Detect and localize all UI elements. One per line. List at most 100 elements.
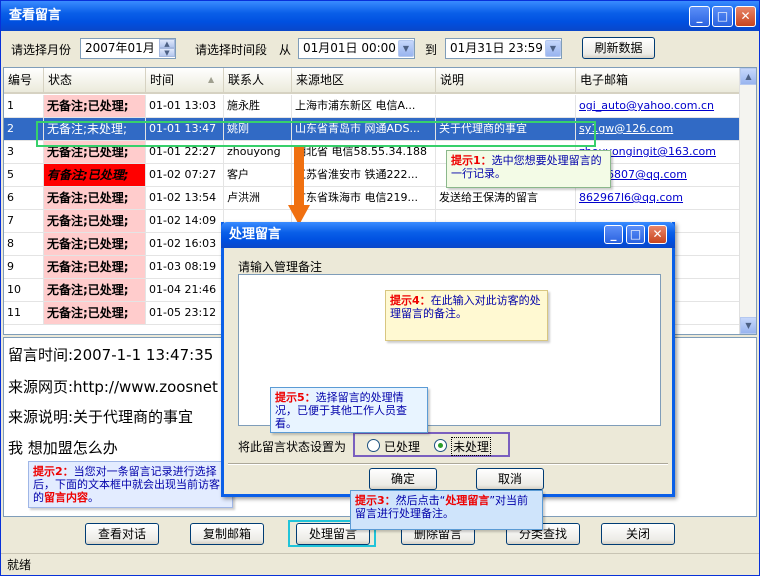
main-window: 查看留言 _ □ ✕ 请选择月份 2007年01月 ▲ ▼ 请选择时间段 从 0… (0, 0, 760, 576)
spin-up-icon[interactable]: ▲ (159, 39, 175, 48)
cell-status: 无备注;已处理; (44, 279, 146, 301)
status-set-label: 将此留言状态设置为 (238, 440, 347, 454)
table-row[interactable]: 1 无备注;已处理; 01-01 13:03 施永胜 上海市浦东新区 电信A... ogi… (4, 95, 742, 118)
cell-email: ogi_auto@yahoo.com.cn (576, 95, 742, 117)
cell-email: 862967l6@qq.com (576, 187, 742, 209)
cell-id: 6 (4, 187, 44, 209)
detail-page: 来源网页:http://www.zoosnet (8, 378, 218, 396)
chevron-down-icon[interactable]: ▼ (398, 40, 414, 57)
table-header: 编号 状态 时间 ▲ 联系人 来源地区 说明 电子邮箱 (4, 68, 742, 94)
cell-id: 1 (4, 95, 44, 117)
sort-asc-icon: ▲ (208, 75, 215, 84)
radio-pending[interactable] (434, 439, 447, 452)
cell-id: 7 (4, 210, 44, 232)
cell-time: 01-02 16:03 (146, 233, 224, 255)
col-header[interactable]: 时间 ▲ (146, 68, 224, 92)
cell-contact: 卢洪洲 (224, 187, 292, 209)
tip-text-end: 。 (88, 491, 99, 504)
radio-pending-label[interactable]: 未处理 (451, 437, 492, 456)
vertical-scrollbar[interactable]: ▲ ▼ (739, 68, 756, 334)
cell-id: 8 (4, 233, 44, 255)
maximize-icon[interactable]: □ (626, 225, 645, 244)
arrow-down-icon (294, 147, 304, 207)
cell-status: 无备注;已处理; (44, 210, 146, 232)
col-header[interactable]: 编号 (4, 68, 44, 92)
dialog-title-bar[interactable]: 处理留言 _ □ ✕ (221, 222, 675, 248)
to-label: 到 (425, 43, 438, 57)
cell-status: 有备注;已处理; (44, 164, 146, 186)
cell-region: 上海市浦东新区 电信A... (292, 95, 436, 117)
cell-note: 发送给王保涛的留言 (436, 187, 576, 209)
tip-5: 提示5：选择留言的处理情况，已便于其他工作人员查看。 (270, 387, 428, 433)
chevron-down-icon[interactable]: ▼ (545, 40, 561, 57)
col-header[interactable]: 状态 (44, 68, 146, 92)
tip-key: 提示1： (451, 154, 492, 167)
minimize-icon[interactable]: _ (604, 225, 623, 244)
cell-note (436, 95, 576, 117)
cell-time: 01-04 21:46 (146, 279, 224, 301)
col-header-label: 时间 (150, 73, 175, 87)
highlight-box (36, 121, 596, 147)
col-header[interactable]: 来源地区 (292, 68, 436, 92)
cell-id: 5 (4, 164, 44, 186)
table-row[interactable]: 6 无备注;已处理; 01-02 13:54 卢洪洲 广东省珠海市 电信219... 发送… (4, 187, 742, 210)
cell-time: 01-02 07:27 (146, 164, 224, 186)
cancel-button[interactable]: 取消 (476, 468, 544, 490)
cell-region: 广东省珠海市 电信219... (292, 187, 436, 209)
copy-email-button[interactable]: 复制邮箱 (190, 523, 264, 545)
cell-time: 01-01 13:03 (146, 95, 224, 117)
col-header[interactable]: 电子邮箱 (576, 68, 742, 92)
process-dialog: 处理留言 _ □ ✕ 请输入管理备注 将此留言状态设置为 已处理 未处理 确定 … (221, 222, 675, 497)
month-label: 请选择月份 (11, 43, 72, 57)
dialog-title: 处理留言 (229, 227, 282, 242)
col-header[interactable]: 说明 (436, 68, 576, 92)
tip-1: 提示1：选中您想要处理留言的一行记录。 (446, 150, 611, 188)
cell-status: 无备注;已处理; (44, 95, 146, 117)
maximize-icon[interactable]: □ (712, 6, 733, 27)
radio-processed-label[interactable]: 已处理 (384, 438, 420, 455)
tip-highlight: 留言内容 (44, 491, 88, 504)
tip-key: 提示4： (390, 294, 431, 307)
tip-3: 提示3：然后点击“处理留言”对当前留言进行处理备注。 (350, 490, 543, 530)
window-title: 查看留言 (9, 8, 62, 23)
title-bar[interactable]: 查看留言 _ □ ✕ (1, 1, 759, 31)
cell-time: 01-02 14:09 (146, 210, 224, 232)
radio-processed[interactable] (367, 439, 380, 452)
ok-button[interactable]: 确定 (369, 468, 437, 490)
detail-desc: 来源说明:关于代理商的事宜 (8, 408, 194, 426)
close-icon[interactable]: ✕ (735, 6, 756, 27)
cell-status: 无备注;已处理; (44, 302, 146, 324)
tip-key: 提示3： (355, 494, 396, 507)
cell-region: 江苏省淮安市 铁通222... (292, 164, 436, 186)
cell-time: 01-05 23:12 (146, 302, 224, 324)
spin-down-icon[interactable]: ▼ (159, 48, 175, 57)
status-bar: 就绪 (1, 553, 759, 575)
cell-id: 10 (4, 279, 44, 301)
close-button[interactable]: 关闭 (601, 523, 675, 545)
minimize-icon[interactable]: _ (689, 6, 710, 27)
tip-4: 提示4：在此输入对此访客的处理留言的备注。 (385, 290, 548, 341)
range-label: 请选择时间段 (195, 43, 268, 57)
tip-highlight: 处理留言 (445, 494, 490, 507)
cell-time: 01-03 08:19 (146, 256, 224, 278)
remark-label: 请输入管理备注 (238, 260, 323, 274)
cell-status: 无备注;已处理; (44, 187, 146, 209)
cell-status: 无备注;已处理; (44, 256, 146, 278)
view-chat-button[interactable]: 查看对话 (85, 523, 159, 545)
detail-time: 留言时间:2007-1-1 13:47:35 (8, 346, 214, 364)
tip-text: 然后点击“ (395, 494, 446, 507)
table-row[interactable]: 5 有备注;已处理; 01-02 07:27 客户 江苏省淮安市 铁通222... 308… (4, 164, 742, 187)
cell-email: sy1gw@126.com (576, 118, 742, 140)
cell-id: 11 (4, 302, 44, 324)
tip-key: 提示2： (33, 465, 74, 478)
col-header[interactable]: 联系人 (224, 68, 292, 92)
scroll-up-icon[interactable]: ▲ (740, 68, 756, 85)
refresh-button[interactable]: 刷新数据 (582, 37, 655, 59)
from-label: 从 (279, 43, 292, 57)
close-icon[interactable]: ✕ (648, 225, 667, 244)
scroll-down-icon[interactable]: ▼ (740, 317, 756, 334)
cell-contact: 客户 (224, 164, 292, 186)
detail-message: 我 想加盟怎么办 (8, 439, 118, 457)
dialog-divider (228, 463, 668, 465)
tip-key: 提示5： (275, 391, 316, 404)
